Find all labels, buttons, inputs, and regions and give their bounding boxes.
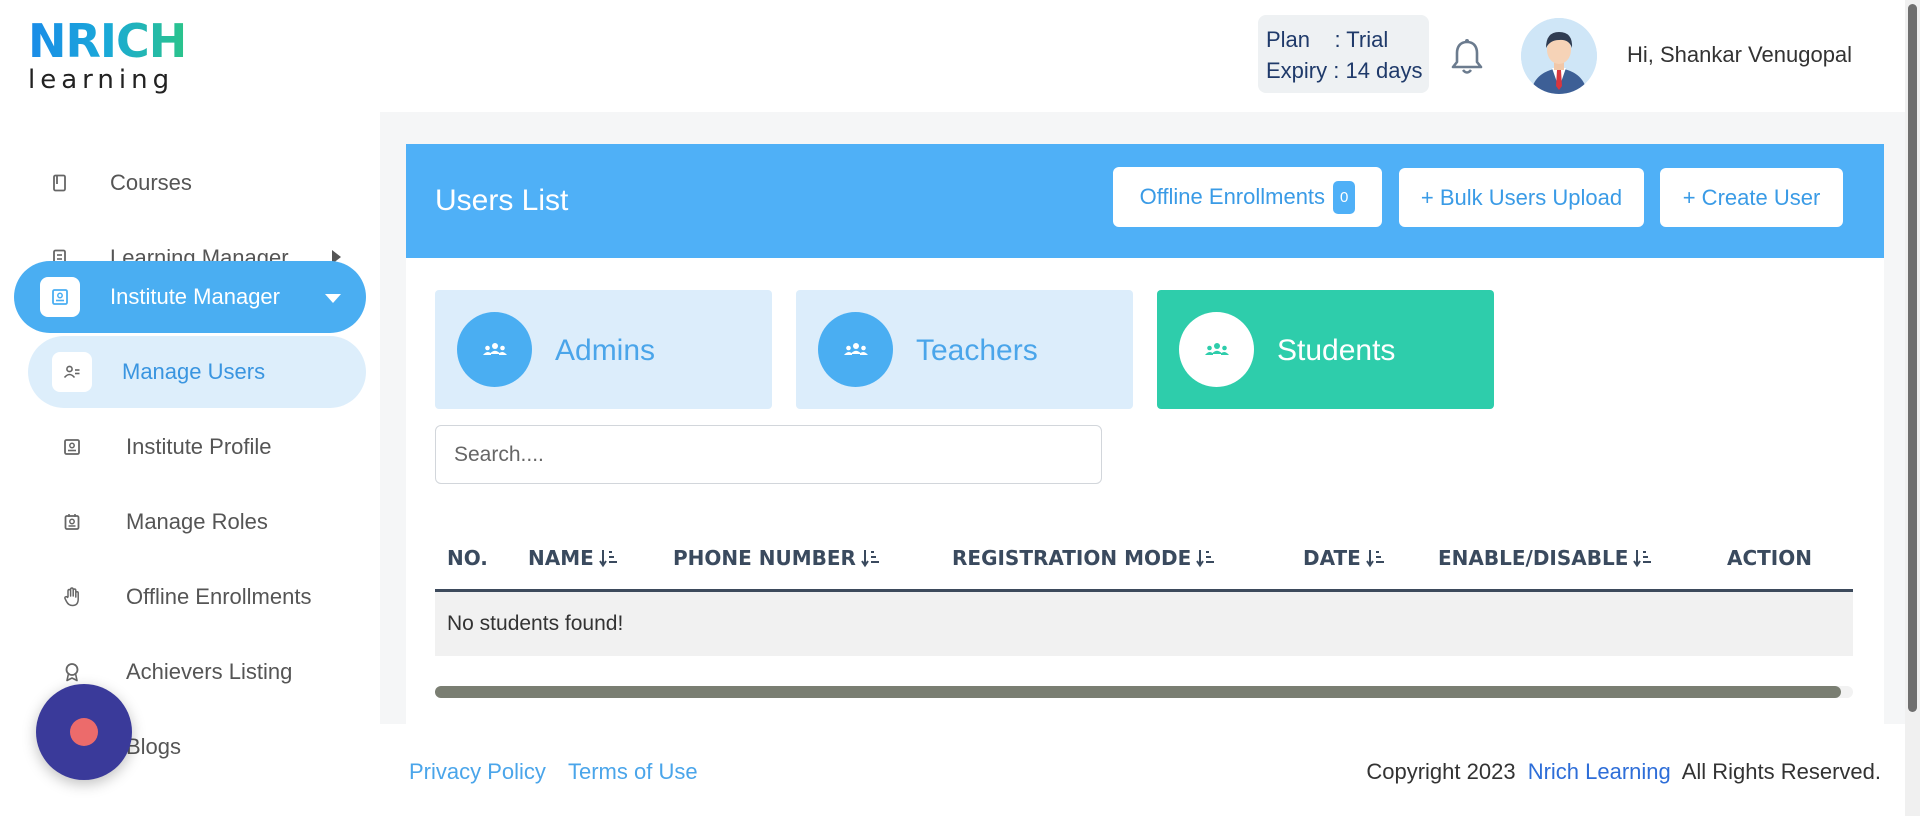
table-horizontal-scrollbar[interactable] xyxy=(435,686,1853,698)
floating-action-button[interactable] xyxy=(36,684,132,780)
nrich-learning-link[interactable]: Nrich Learning xyxy=(1528,759,1671,784)
sidebar-item-courses[interactable]: Courses xyxy=(14,147,366,219)
user-avatar[interactable] xyxy=(1521,18,1597,94)
privacy-policy-link[interactable]: Privacy Policy xyxy=(409,759,546,785)
sidebar-item-manage-roles[interactable]: Manage Roles xyxy=(14,486,366,558)
role-label: Students xyxy=(1277,334,1396,367)
column-label: ACTION xyxy=(1727,546,1812,570)
role-label: Teachers xyxy=(916,334,1038,367)
role-tab-teachers[interactable]: Teachers xyxy=(796,290,1133,409)
book-icon xyxy=(40,163,80,203)
column-header-no: NO. xyxy=(447,546,488,570)
column-label: PHONE NUMBER xyxy=(673,546,856,570)
terms-of-use-link[interactable]: Terms of Use xyxy=(568,759,698,785)
column-label: NO. xyxy=(447,546,488,570)
group-icon xyxy=(457,312,532,387)
sort-icon xyxy=(1633,550,1652,568)
sidebar-item-label: Institute Profile xyxy=(126,434,272,459)
sidebar-item-label: Manage Roles xyxy=(126,509,268,534)
column-header-name[interactable]: NAME xyxy=(528,546,619,570)
sort-icon xyxy=(1366,550,1384,568)
user-greeting[interactable]: Hi, Shankar Venugopal xyxy=(1627,42,1852,68)
record-dot-icon xyxy=(70,718,98,746)
column-label: DATE xyxy=(1303,546,1361,570)
footer: Privacy Policy Terms of Use Copyright 20… xyxy=(380,724,1905,816)
nrich-logo[interactable]: NRICH learning xyxy=(28,14,187,95)
column-header-registration-mode[interactable]: REGISTRATION MODE xyxy=(952,546,1216,570)
caret-down-icon xyxy=(324,284,342,310)
profile-icon xyxy=(52,427,92,467)
role-label: Admins xyxy=(555,334,656,367)
plan-info: Plan : Trial Expiry : 14 days xyxy=(1258,15,1429,93)
sidebar-item-label: Manage Users xyxy=(122,359,266,384)
role-tab-students[interactable]: Students xyxy=(1157,290,1494,409)
search-input[interactable] xyxy=(435,425,1102,484)
users-icon xyxy=(52,352,92,392)
column-label: NAME xyxy=(528,546,594,570)
column-label: ENABLE/DISABLE xyxy=(1438,546,1629,570)
hand-icon xyxy=(52,577,92,617)
role-tab-admins[interactable]: Admins xyxy=(435,290,772,409)
group-icon xyxy=(818,312,893,387)
sidebar-item-institute-manager[interactable]: Institute Manager xyxy=(14,261,366,333)
plan-label: Plan : Trial xyxy=(1266,27,1389,52)
bulk-users-upload-button[interactable]: + Bulk Users Upload xyxy=(1399,168,1644,227)
sidebar-item-manage-users[interactable]: Manage Users xyxy=(28,336,366,408)
column-header-action: ACTION xyxy=(1727,546,1812,570)
sidebar-item-label: Courses xyxy=(110,170,192,195)
table-scrollbar-thumb[interactable] xyxy=(435,686,1841,698)
page-scrollbar[interactable] xyxy=(1905,0,1920,816)
sidebar-item-institute-profile[interactable]: Institute Profile xyxy=(14,411,366,483)
notification-bell-icon[interactable] xyxy=(1450,38,1484,76)
expiry-label: Expiry : 14 days xyxy=(1266,58,1423,83)
group-icon xyxy=(1179,312,1254,387)
copyright-text: Copyright 2023 xyxy=(1366,759,1516,784)
sidebar-item-label: Blogs xyxy=(126,734,182,759)
logo-subtitle: learning xyxy=(28,65,175,95)
page-scrollbar-thumb[interactable] xyxy=(1908,4,1917,712)
id-card-icon xyxy=(40,277,80,317)
top-header: NRICH learning Plan : Trial Expiry : 14 … xyxy=(0,0,1905,112)
sort-icon xyxy=(861,550,879,568)
column-header-phone-number[interactable]: PHONE NUMBER xyxy=(673,546,881,570)
badge-icon xyxy=(52,502,92,542)
offline-enrollments-label: Offline Enrollments xyxy=(1139,184,1326,209)
offline-enrollments-button[interactable]: Offline Enrollments 0 xyxy=(1113,167,1382,227)
users-list-card: Users List Offline Enrollments 0 + Bulk … xyxy=(406,144,1884,724)
sidebar-item-offline-enrollments[interactable]: Offline Enrollments xyxy=(14,561,366,633)
column-header-enable-disable[interactable]: ENABLE/DISABLE xyxy=(1438,546,1653,570)
table-empty-row: No students found! xyxy=(435,592,1853,656)
copyright-notice: Copyright 2023 Nrich Learning All Rights… xyxy=(1366,759,1881,785)
sort-icon xyxy=(598,550,617,568)
sidebar-item-label: Offline Enrollments xyxy=(126,584,312,609)
column-label: REGISTRATION MODE xyxy=(952,546,1192,570)
logo-wordmark: NRICH xyxy=(28,14,187,68)
create-user-button[interactable]: + Create User xyxy=(1660,168,1843,227)
sort-icon xyxy=(1196,550,1215,568)
sidebar-item-label: Achievers Listing xyxy=(126,659,293,684)
offline-enrollments-count-badge: 0 xyxy=(1333,180,1356,214)
sidebar-item-label: Institute Manager xyxy=(110,284,280,309)
rights-text: All Rights Reserved. xyxy=(1681,759,1881,784)
card-header: Users List Offline Enrollments 0 + Bulk … xyxy=(406,144,1884,258)
column-header-date[interactable]: DATE xyxy=(1303,546,1386,570)
page-title: Users List xyxy=(435,184,569,217)
